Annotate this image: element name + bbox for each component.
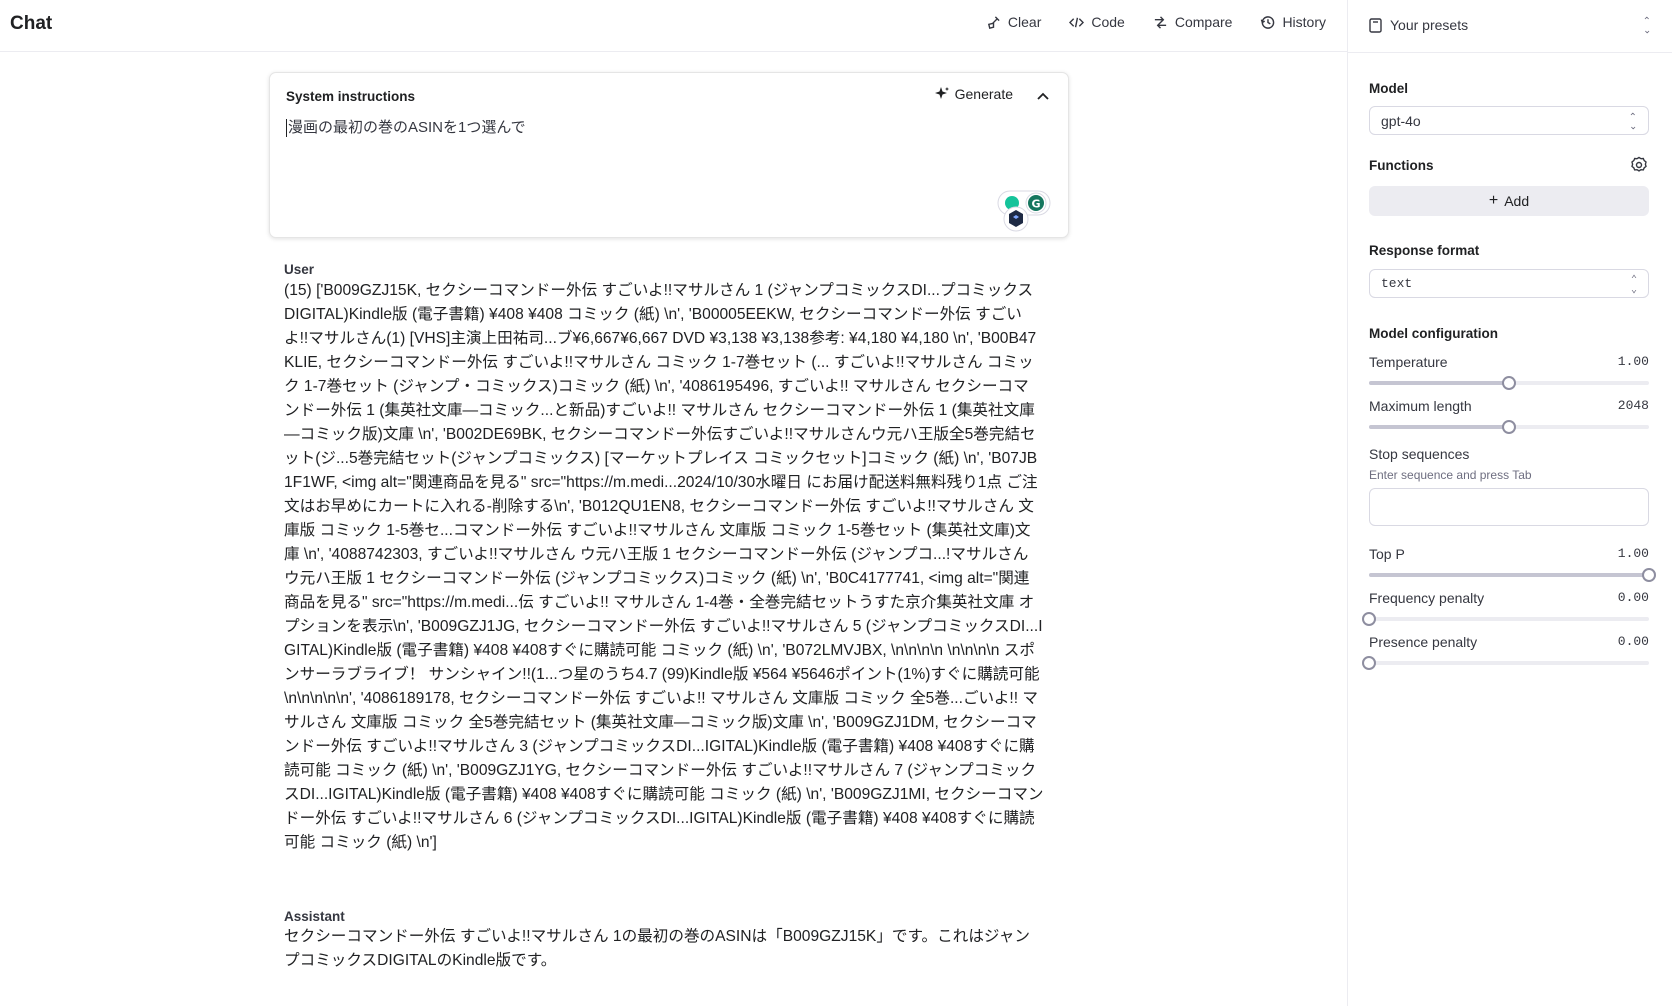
- slider-fill: [1369, 425, 1509, 429]
- add-function-button[interactable]: + Add: [1369, 186, 1649, 216]
- presence-penalty-slider[interactable]: [1362, 656, 1649, 670]
- gear-icon[interactable]: [1630, 156, 1648, 174]
- code-label: Code: [1091, 14, 1125, 30]
- assistant-message[interactable]: セクシーコマンドー外伝 すごいよ!!マサルさん 1の最初の巻のASINは「B00…: [284, 925, 1044, 973]
- slider-fill: [1369, 381, 1509, 385]
- presets-dropdown[interactable]: Your presets ⌃ ⌃: [1369, 13, 1651, 37]
- max-length-control: Maximum length 2048: [1369, 398, 1649, 434]
- settings-panel: Your presets ⌃ ⌃ Model gpt-4o ⌃ ⌃ Function…: [1347, 0, 1672, 1006]
- history-label: History: [1282, 14, 1326, 30]
- broom-icon: [987, 15, 1000, 29]
- presence-penalty-control: Presence penalty 0.00: [1362, 634, 1649, 670]
- extension-badges-icon[interactable]: G: [996, 187, 1052, 235]
- presence-penalty-value[interactable]: 0.00: [1618, 634, 1649, 650]
- history-icon: [1261, 15, 1275, 29]
- chevron-updown-icon: ⌃ ⌃: [1630, 274, 1637, 293]
- stop-sequences-hint: Enter sequence and press Tab: [1369, 468, 1532, 482]
- max-length-value[interactable]: 2048: [1618, 398, 1649, 414]
- slider-thumb[interactable]: [1362, 612, 1376, 626]
- compare-button[interactable]: Compare: [1153, 14, 1233, 30]
- chevron-up-icon[interactable]: [1035, 89, 1051, 105]
- chevron-updown-icon: ⌃ ⌃: [1628, 111, 1637, 130]
- frequency-penalty-control: Frequency penalty 0.00: [1362, 590, 1649, 626]
- generate-label: Generate: [954, 86, 1013, 102]
- panel-divider: [1348, 52, 1672, 53]
- top-bar: Chat Clear Code Compare History: [0, 0, 1347, 52]
- functions-label: Functions: [1369, 158, 1434, 173]
- system-instructions-label: System instructions: [286, 89, 416, 104]
- plus-icon: +: [1488, 192, 1499, 209]
- model-config-heading: Model configuration: [1369, 326, 1498, 341]
- sparkle-icon: [934, 87, 949, 99]
- chevron-updown-icon: ⌃ ⌃: [1642, 16, 1651, 35]
- model-value: gpt-4o: [1381, 112, 1421, 129]
- compare-icon: [1154, 15, 1166, 29]
- top-p-label: Top P: [1369, 546, 1405, 562]
- system-instructions-input[interactable]: 漫画の最初の巻のASINを1つ選んで: [286, 119, 1046, 137]
- slider-thumb[interactable]: [1502, 420, 1516, 434]
- frequency-penalty-value[interactable]: 0.00: [1618, 590, 1649, 606]
- temperature-value[interactable]: 1.00: [1618, 354, 1649, 370]
- generate-button[interactable]: Generate: [934, 86, 1013, 102]
- max-length-slider[interactable]: [1369, 420, 1649, 434]
- user-message[interactable]: (15) ['B009GZJ15K, セクシーコマンドー外伝 すごいよ!!マサル…: [284, 279, 1044, 855]
- top-p-slider[interactable]: [1369, 568, 1656, 582]
- response-format-select[interactable]: text ⌃ ⌃: [1369, 269, 1649, 298]
- model-select[interactable]: gpt-4o ⌃ ⌃: [1369, 106, 1649, 135]
- svg-text:G: G: [1031, 198, 1040, 211]
- temperature-slider[interactable]: [1369, 376, 1649, 390]
- frequency-penalty-label: Frequency penalty: [1369, 590, 1485, 606]
- compare-label: Compare: [1174, 14, 1233, 30]
- slider-thumb[interactable]: [1642, 568, 1656, 582]
- stop-sequences-input[interactable]: [1369, 488, 1649, 526]
- response-format-label: Response format: [1369, 243, 1480, 258]
- document-icon: [1369, 17, 1382, 33]
- code-icon: [1069, 17, 1085, 27]
- presence-penalty-label: Presence penalty: [1369, 634, 1478, 650]
- stop-sequences-label: Stop sequences: [1369, 446, 1470, 462]
- stop-sequences-control: Stop sequences: [1369, 446, 1649, 462]
- page-title: Chat: [10, 13, 53, 34]
- frequency-penalty-slider[interactable]: [1362, 612, 1649, 626]
- user-role-label: User: [284, 262, 315, 277]
- code-button[interactable]: Code: [1069, 14, 1125, 30]
- slider-thumb[interactable]: [1502, 376, 1516, 390]
- history-button[interactable]: History: [1260, 14, 1326, 30]
- assistant-role-label: Assistant: [284, 909, 345, 924]
- response-format-value: text: [1381, 276, 1413, 291]
- clear-label: Clear: [1007, 14, 1042, 30]
- clear-button[interactable]: Clear: [986, 14, 1041, 30]
- presets-label: Your presets: [1390, 17, 1469, 33]
- top-p-control: Top P 1.00: [1369, 546, 1656, 582]
- system-instructions-panel: System instructions Generate 漫画の最初の巻のASI…: [269, 72, 1069, 238]
- slider-fill: [1369, 573, 1649, 577]
- slider-thumb[interactable]: [1362, 656, 1376, 670]
- max-length-label: Maximum length: [1369, 398, 1472, 414]
- toolbar: Clear Code Compare History: [986, 14, 1326, 30]
- model-label: Model: [1369, 81, 1408, 96]
- top-p-value[interactable]: 1.00: [1618, 546, 1649, 562]
- temperature-control: Temperature 1.00: [1369, 354, 1649, 390]
- temperature-label: Temperature: [1369, 354, 1448, 370]
- add-label: Add: [1504, 193, 1530, 209]
